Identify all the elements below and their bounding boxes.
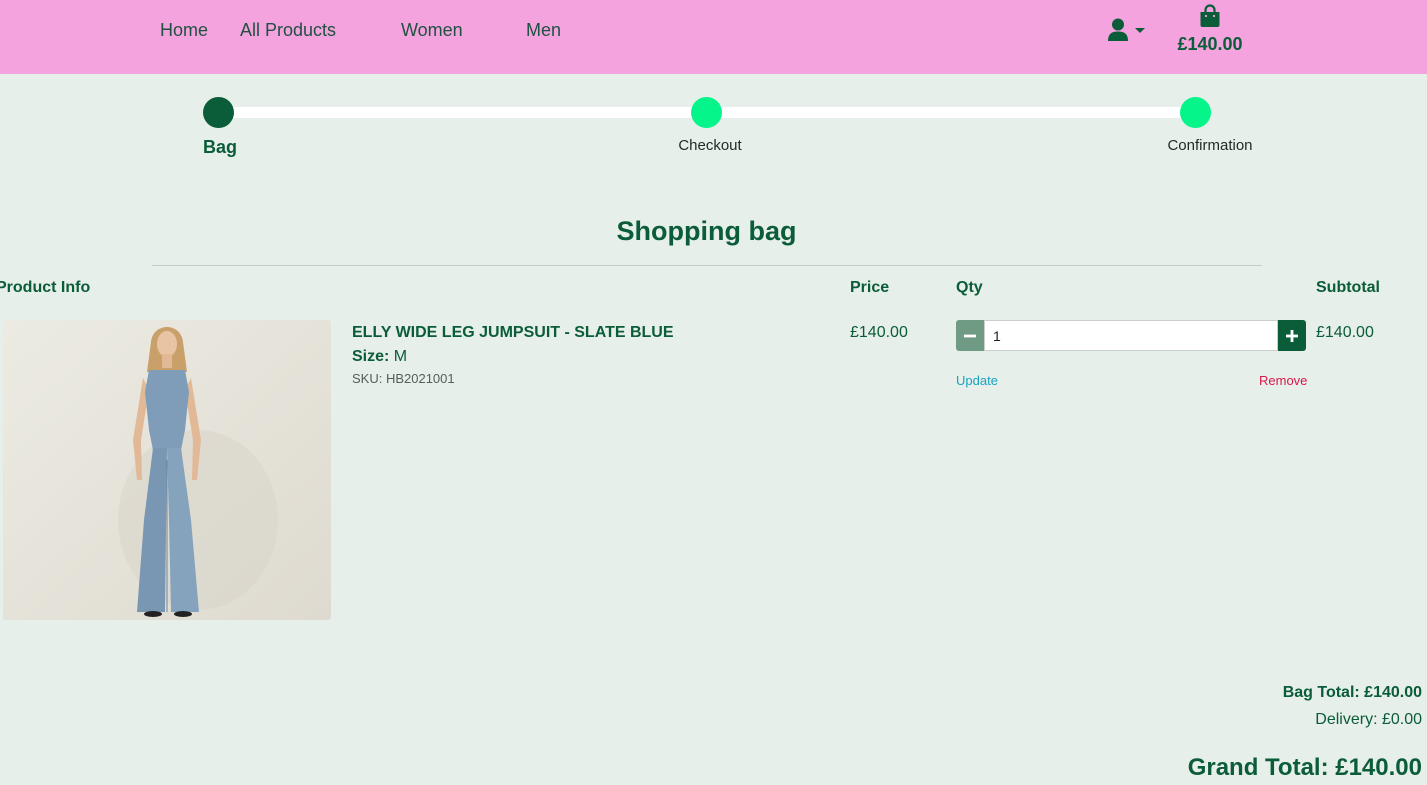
step-dot-checkout xyxy=(691,97,722,128)
step-label-bag: Bag xyxy=(202,137,237,157)
minus-icon xyxy=(964,334,976,337)
step-dot-confirmation xyxy=(1180,97,1211,128)
shopping-bag-link[interactable]: £140.00 xyxy=(1170,4,1250,60)
account-dropdown[interactable] xyxy=(1107,18,1147,44)
nav-link-women[interactable]: Women xyxy=(401,20,463,41)
remove-item-link[interactable]: Remove xyxy=(1259,373,1307,388)
update-qty-link[interactable]: Update xyxy=(956,373,998,388)
quantity-input[interactable] xyxy=(984,320,1278,351)
delivery-cost: Delivery: £0.00 xyxy=(1315,711,1422,728)
step-label-checkout: Checkout xyxy=(678,137,742,154)
product-sku: SKU: HB2021001 xyxy=(352,371,455,386)
bag-total: Bag Total: £140.00 xyxy=(1282,684,1422,701)
nav-link-home[interactable]: Home xyxy=(160,20,208,41)
top-navbar: Home All Products Women Men £140.00 xyxy=(0,0,1427,74)
column-header-product-info: Product Info xyxy=(0,279,91,296)
size-value: M xyxy=(393,348,408,365)
product-price: £140.00 xyxy=(850,324,908,341)
size-label: Size: xyxy=(352,348,390,365)
step-label-confirmation: Confirmation xyxy=(1167,137,1253,154)
nav-bag-total: £140.00 xyxy=(1177,34,1243,54)
nav-link-men[interactable]: Men xyxy=(526,20,561,41)
plus-icon xyxy=(1286,329,1298,342)
product-subtotal: £140.00 xyxy=(1316,324,1374,341)
product-image xyxy=(3,320,331,620)
product-name: ELLY WIDE LEG JUMPSUIT - SLATE BLUE xyxy=(352,324,674,341)
nav-link-all-products[interactable]: All Products xyxy=(240,20,336,41)
increment-qty-button[interactable] xyxy=(1278,320,1306,351)
shopping-bag-icon xyxy=(1200,4,1220,27)
column-header-qty: Qty xyxy=(956,279,983,296)
quantity-stepper xyxy=(956,320,1306,351)
column-header-subtotal: Subtotal xyxy=(1316,279,1380,296)
user-icon xyxy=(1108,18,1128,41)
column-header-price: Price xyxy=(850,279,890,296)
decrement-qty-button[interactable] xyxy=(956,320,984,351)
step-dot-bag xyxy=(203,97,234,128)
title-divider xyxy=(152,265,1262,266)
grand-total: Grand Total: £140.00 xyxy=(1187,754,1422,781)
caret-down-icon xyxy=(1135,28,1145,33)
page-title: Shopping bag xyxy=(616,216,797,246)
product-size: Size: M xyxy=(352,348,407,366)
